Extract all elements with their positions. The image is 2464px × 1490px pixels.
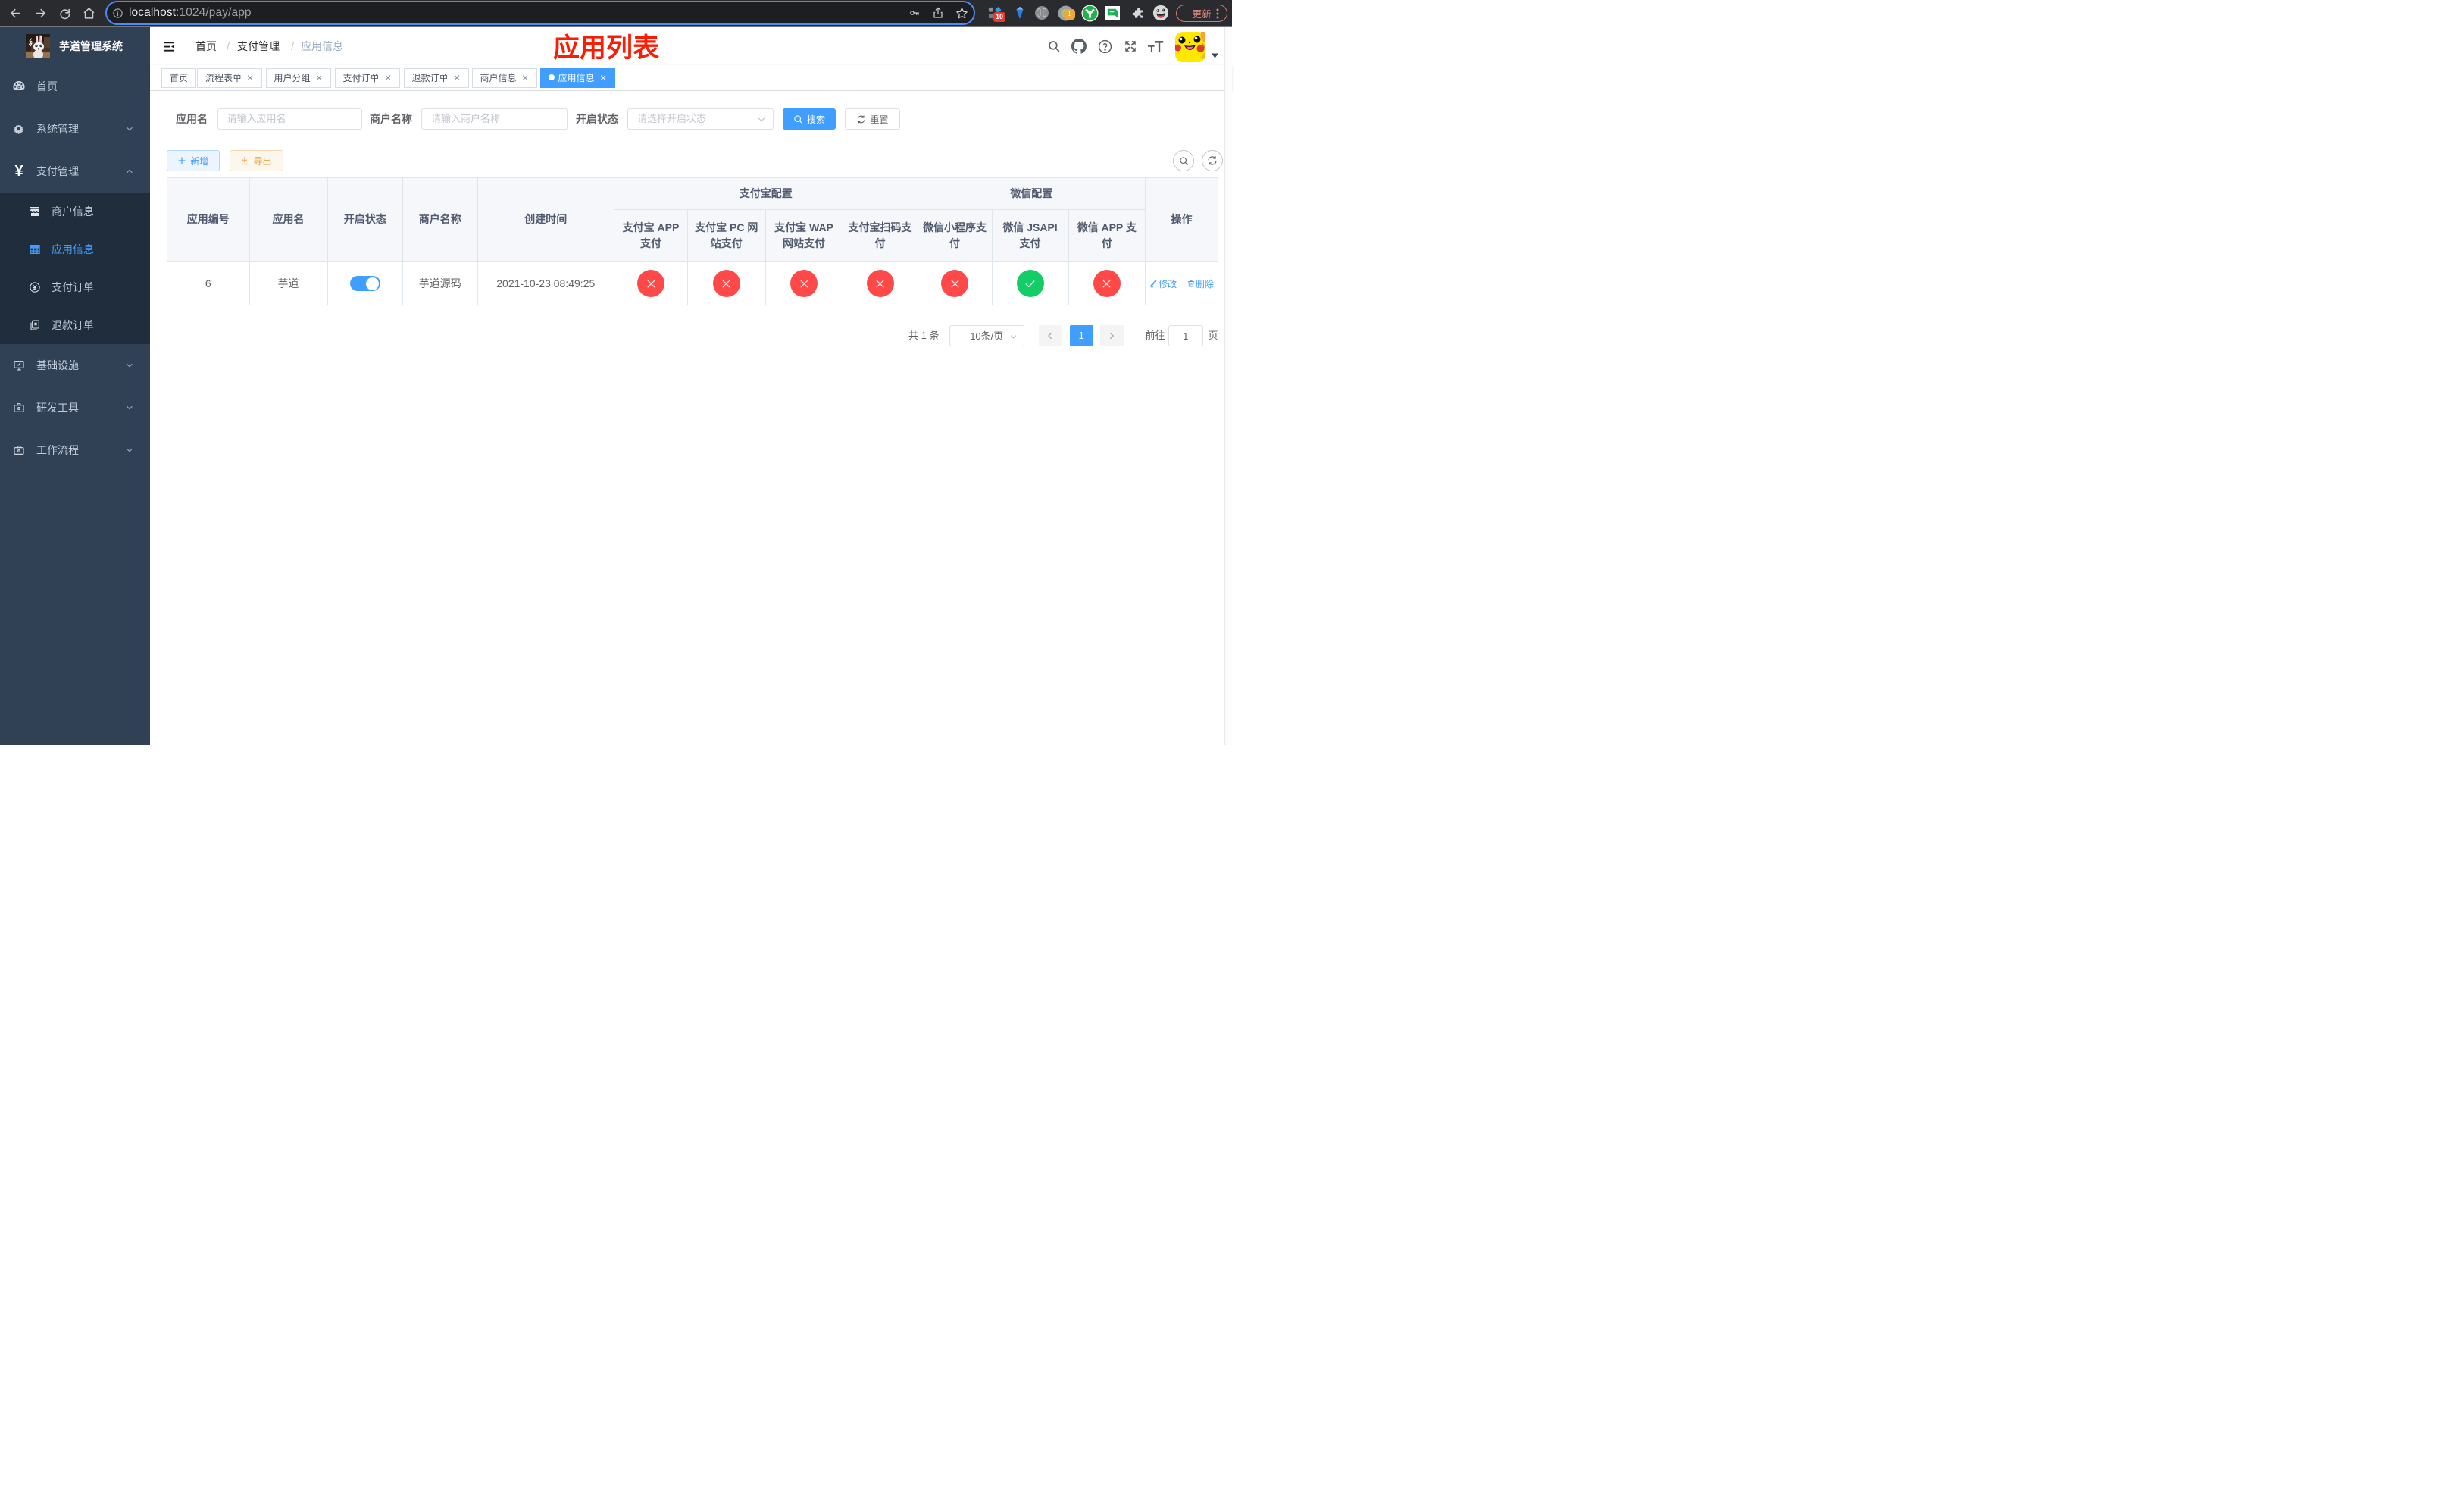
svg-text:⌘: ⌘ bbox=[1037, 8, 1046, 18]
